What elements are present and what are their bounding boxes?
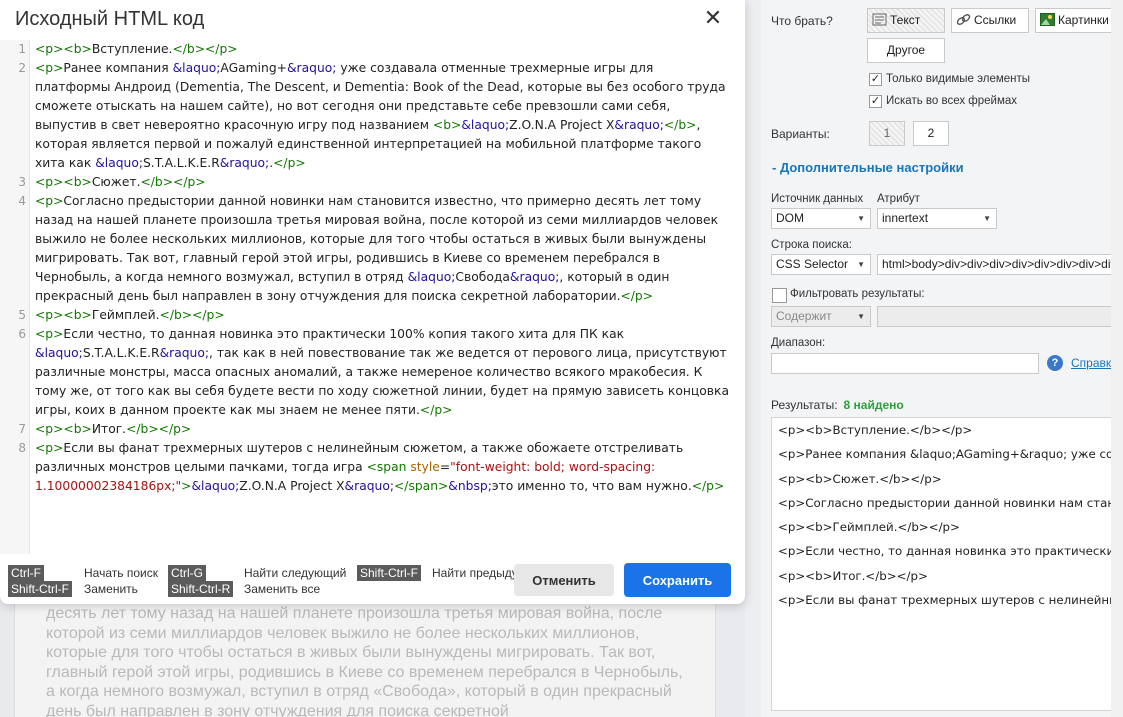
code-line-text: <p>Если вы фанат трехмерных шутеров с не… [35,441,725,493]
take-text-label: Текст [890,13,921,27]
search-string-label: Строка поиска: [771,239,852,251]
code-line-text: <p><b>Сюжет.</b></p> [35,175,206,189]
search-type-select[interactable]: CSS Selector ▼ [771,254,871,275]
variant-2-button[interactable]: 2 [913,121,949,146]
code-line-text: <p>Если честно, то данная новинка это пр… [35,327,729,417]
line-number: 6 [18,327,26,341]
shortcut-key: Shift-Ctrl-F [357,565,421,581]
code-line[interactable]: 5 <p><b>Геймплей.</b></p> [18,306,730,325]
data-extraction-panel: Что брать? Текст Ссылки Картинки Другое … [761,0,1123,717]
results-label: Результаты: [771,398,838,412]
take-other-button[interactable]: Другое [867,38,945,63]
filter-results-checkbox[interactable] [772,288,787,303]
save-button[interactable]: Сохранить [624,563,731,597]
code-line-text: <p><b>Геймплей.</b></p> [35,308,225,322]
shortcut-key: Ctrl-F [8,565,44,581]
filter-value-input[interactable] [877,306,1115,327]
help-icon[interactable]: ? [1047,355,1063,371]
code-content[interactable]: 1 <p><b>Вступление.</b></p> 2 <p>Ранее комп… [18,40,730,496]
code-line[interactable]: 3 <p><b>Сюжет.</b></p> [18,173,730,192]
take-links-label: Ссылки [974,13,1017,27]
take-text-button[interactable]: Текст [867,8,945,33]
result-item[interactable]: <p>Ранее компания &laquo;AGaming+&raquo;… [772,442,1116,466]
source-select-value: DOM [776,211,804,225]
filter-results-label: Фильтровать результаты: [790,288,925,300]
code-line[interactable]: 7 <p><b>Итог.</b></p> [18,420,730,439]
advanced-settings-toggle[interactable]: - Дополнительные настройки [772,160,964,175]
line-number: 2 [18,61,26,75]
chevron-down-icon: ▼ [857,260,865,269]
take-links-button[interactable]: Ссылки [951,8,1029,33]
line-number: 5 [18,308,26,322]
search-string-input[interactable]: html>body>div>div>div>div>div>div>div>di… [877,254,1115,275]
results-list[interactable]: <p><b>Вступление.</b></p> <p>Ранее компан… [771,417,1117,711]
line-number: 4 [18,194,26,208]
result-item[interactable]: <p><b>Итог.</b></p> [772,564,1116,588]
source-label: Источник данных [771,193,864,205]
code-line-text: <p><b>Вступление.</b></p> [35,42,238,56]
what-to-take-label: Что брать? [771,14,833,28]
code-line[interactable]: 4 <p>Согласно предыстории данной новинки … [18,192,730,306]
chevron-down-icon: ▼ [983,214,991,223]
result-item[interactable]: <p><b>Сюжет.</b></p> [772,467,1116,491]
line-number: 3 [18,175,26,189]
results-heading: Результаты: 8 найдено [771,398,904,412]
code-line-text: <p>Согласно предыстории данной новинки н… [35,194,719,303]
line-number: 7 [18,422,26,436]
variant-1-button[interactable]: 1 [869,121,905,146]
shortcut-label: Заменить [84,582,138,596]
close-icon[interactable]: ✕ [700,6,726,32]
text-icon [872,11,887,26]
code-line[interactable]: 8 <p>Если вы фанат трехмерных шутеров с н… [18,439,730,496]
search-frames-label: Искать во всех фреймах [886,95,1018,107]
take-images-button[interactable]: Картинки [1035,8,1113,33]
line-number-gutter [0,40,30,554]
code-editor[interactable]: 1 <p><b>Вступление.</b></p> 2 <p>Ранее комп… [0,40,745,554]
panel-scrollbar[interactable] [1111,0,1123,717]
code-line-text: <p>Ранее компания &laquo;AGaming+&raquo;… [35,61,726,170]
only-visible-checkbox[interactable]: ✓ [869,73,882,86]
cancel-button[interactable]: Отменить [514,564,614,596]
attribute-label: Атрибут [877,193,920,205]
code-line[interactable]: 6 <p>Если честно, то данная новинка это п… [18,325,730,420]
line-number: 8 [18,441,26,455]
result-item[interactable]: <p>Если вы фанат трехмерных шутеров с не… [772,588,1116,612]
source-select[interactable]: DOM ▼ [771,208,871,229]
take-images-label: Картинки [1058,13,1109,27]
background-article-text: десять лет тому назад на нашей планете п… [46,605,683,717]
results-count: 8 найдено [843,398,904,412]
shortcut-label: Начать поиск [84,566,158,580]
modal-title: Исходный HTML код [15,8,205,30]
shortcut-label: Заменить все [244,582,321,596]
result-item[interactable]: <p><b>Геймплей.</b></p> [772,515,1116,539]
result-item[interactable]: <p>Если честно, то данная новинка это пр… [772,539,1116,563]
search-frames-checkbox[interactable]: ✓ [869,95,882,108]
image-icon [1040,11,1055,26]
attribute-select[interactable]: innertext ▼ [877,208,997,229]
filter-type-select[interactable]: Содержит ▼ [771,306,871,327]
line-number: 1 [18,42,26,56]
attribute-select-value: innertext [882,211,929,225]
result-item[interactable]: <p><b>Вступление.</b></p> [772,418,1116,442]
shortcut-label: Найти следующий [244,566,347,580]
chevron-down-icon: ▼ [857,312,865,321]
code-line-text: <p><b>Итог.</b></p> [35,422,192,436]
search-type-value: CSS Selector [776,257,849,271]
link-icon [956,11,971,25]
variants-label: Варианты: [771,127,830,141]
source-html-modal: Исходный HTML код ✕ 1 <p><b>Вступление.</… [0,0,745,604]
filter-type-value: Содержит [776,309,832,323]
range-label: Диапазон: [771,337,826,349]
code-line[interactable]: 1 <p><b>Вступление.</b></p> [18,40,730,59]
shortcut-key: Shift-Ctrl-F [8,581,72,597]
range-input[interactable] [771,353,1039,374]
chevron-down-icon: ▼ [857,214,865,223]
code-line[interactable]: 2 <p>Ранее компания &laquo;AGaming+&raquo… [18,59,730,173]
only-visible-label: Только видимые элементы [886,73,1031,85]
result-item[interactable]: <p>Согласно предыстории данной новинки н… [772,491,1116,515]
shortcut-key: Ctrl-G [168,565,206,581]
shortcut-key: Shift-Ctrl-R [168,581,234,597]
